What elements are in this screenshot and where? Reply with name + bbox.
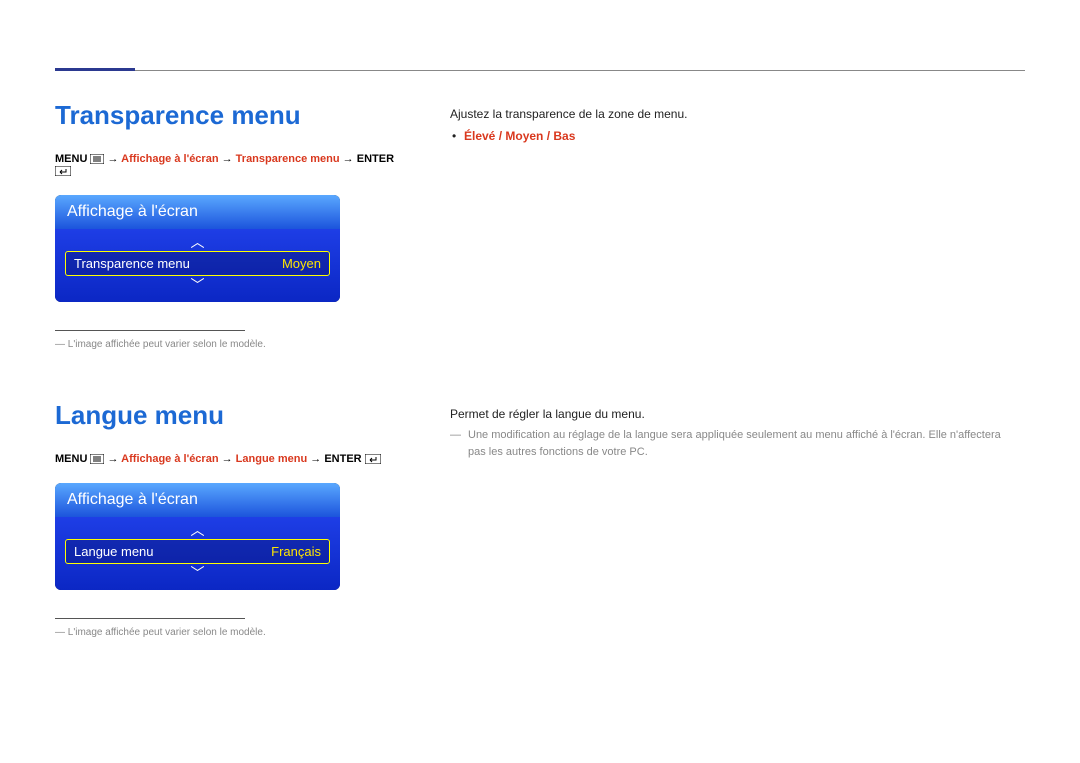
osd-selected-row[interactable]: Transparence menu Moyen [65, 251, 330, 276]
menu-icon [90, 454, 104, 464]
section-transparence-right: Ajustez la transparence de la zone de me… [450, 105, 1020, 143]
breadcrumb-step2: Transparence menu [236, 153, 340, 165]
osd-body: ︿ Langue menu Français ﹀ [55, 517, 340, 590]
options-text: Élevé / Moyen / Bas [464, 129, 575, 143]
chevron-up-icon[interactable]: ︿ [65, 521, 330, 539]
breadcrumb-step1: Affichage à l'écran [121, 153, 218, 165]
footnote-divider [55, 618, 245, 619]
osd-header: Affichage à l'écran [55, 195, 340, 229]
osd-row-value: Français [271, 544, 321, 559]
section-langue-right: Permet de régler la langue du menu. Une … [450, 405, 1020, 460]
note-text: Une modification au réglage de la langue… [450, 427, 1020, 460]
breadcrumb-arrow: → [108, 153, 119, 165]
osd-row-label: Transparence menu [74, 256, 190, 271]
chevron-down-icon[interactable]: ﹀ [65, 276, 330, 294]
chevron-up-icon[interactable]: ︿ [65, 233, 330, 251]
page-divider-accent [55, 68, 135, 71]
breadcrumb-transparence: MENU → Affichage à l'écran → Transparenc… [55, 153, 395, 177]
breadcrumb-step2: Langue menu [236, 453, 308, 465]
breadcrumb-arrow: → [222, 153, 233, 165]
description-text: Ajustez la transparence de la zone de me… [450, 105, 1020, 123]
chevron-down-icon[interactable]: ﹀ [65, 564, 330, 582]
breadcrumb-arrow: → [222, 453, 233, 465]
breadcrumb-menu-label: MENU [55, 453, 87, 465]
osd-body: ︿ Transparence menu Moyen ﹀ [55, 229, 340, 302]
breadcrumb-arrow: → [343, 153, 354, 165]
section-transparence-left: Transparence menu MENU → Affichage à l'é… [55, 100, 395, 350]
breadcrumb-arrow: → [108, 453, 119, 465]
enter-icon [55, 166, 71, 176]
osd-selected-row[interactable]: Langue menu Français [65, 539, 330, 564]
footnote-divider [55, 330, 245, 331]
section-title-transparence: Transparence menu [55, 100, 395, 131]
breadcrumb-step1: Affichage à l'écran [121, 453, 218, 465]
menu-icon [90, 154, 104, 164]
page-divider [55, 70, 1025, 71]
osd-row-value: Moyen [282, 256, 321, 271]
osd-panel-langue: Affichage à l'écran ︿ Langue menu França… [55, 483, 340, 590]
section-langue-left: Langue menu MENU → Affichage à l'écran →… [55, 400, 395, 638]
breadcrumb-menu-label: MENU [55, 153, 87, 165]
osd-row-label: Langue menu [74, 544, 154, 559]
section-title-langue: Langue menu [55, 400, 395, 431]
enter-icon [365, 454, 381, 464]
breadcrumb-enter-label: ENTER [357, 153, 394, 165]
footnote-text: L'image affichée peut varier selon le mo… [55, 627, 395, 638]
breadcrumb-enter-label: ENTER [324, 453, 361, 465]
breadcrumb-langue: MENU → Affichage à l'écran → Langue menu… [55, 453, 395, 465]
options-bullet: Élevé / Moyen / Bas [450, 129, 1020, 143]
description-text: Permet de régler la langue du menu. [450, 405, 1020, 423]
osd-panel-transparence: Affichage à l'écran ︿ Transparence menu … [55, 195, 340, 302]
footnote-text: L'image affichée peut varier selon le mo… [55, 339, 395, 350]
osd-header: Affichage à l'écran [55, 483, 340, 517]
breadcrumb-arrow: → [310, 453, 321, 465]
